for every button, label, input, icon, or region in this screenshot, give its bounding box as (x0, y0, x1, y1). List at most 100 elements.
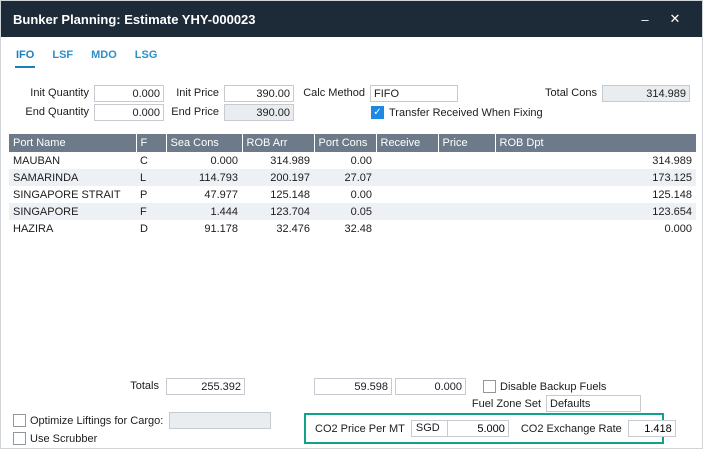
check-icon: ✓ (373, 107, 381, 118)
co2-exchange-rate-field[interactable] (628, 420, 676, 437)
cell-port-cons: 0.00 (314, 186, 376, 203)
cell-price (438, 186, 495, 203)
use-scrubber-label[interactable]: Use Scrubber (30, 431, 97, 447)
table-row[interactable]: SINGAPORE F 1.444 123.704 0.05 123.654 (9, 203, 696, 220)
transfer-received-checkbox[interactable]: ✓ (371, 106, 384, 119)
table-row[interactable]: HAZIRA D 91.178 32.476 32.48 0.000 (9, 220, 696, 237)
col-rob-arr[interactable]: ROB Arr (242, 134, 314, 152)
cell-f: C (136, 152, 166, 169)
titlebar: Bunker Planning: Estimate YHY-000023 – ✕ (1, 1, 702, 37)
tab-lsf[interactable]: LSF (51, 45, 74, 68)
cell-sea-cons: 47.977 (166, 186, 242, 203)
cell-sea-cons: 114.793 (166, 169, 242, 186)
co2-exchange-rate-label: CO2 Exchange Rate (521, 423, 622, 435)
cell-f: P (136, 186, 166, 203)
cell-receive (376, 152, 438, 169)
cell-f: L (136, 169, 166, 186)
calc-method-field[interactable] (370, 85, 458, 102)
col-port-name[interactable]: Port Name (9, 134, 136, 152)
total-cons-field (602, 85, 690, 102)
col-rob-dpt[interactable]: ROB Dpt (495, 134, 696, 152)
disable-backup-fuels-label[interactable]: Disable Backup Fuels (500, 379, 606, 395)
totals-label: Totals (97, 378, 159, 395)
co2-price-group: SGD (411, 420, 509, 437)
cell-f: D (136, 220, 166, 237)
end-price-label: End Price (167, 104, 219, 121)
table-row[interactable]: SINGAPORE STRAIT P 47.977 125.148 0.00 1… (9, 186, 696, 203)
cell-sea-cons: 0.000 (166, 152, 242, 169)
cell-port-cons: 0.00 (314, 152, 376, 169)
cell-rob-arr: 32.476 (242, 220, 314, 237)
cell-rob-dpt: 125.148 (495, 186, 696, 203)
col-port-cons[interactable]: Port Cons (314, 134, 376, 152)
col-price[interactable]: Price (438, 134, 495, 152)
table-row[interactable]: SAMARINDA L 114.793 200.197 27.07 173.12… (9, 169, 696, 186)
cell-rob-arr: 123.704 (242, 203, 314, 220)
cell-rob-dpt: 0.000 (495, 220, 696, 237)
cell-receive (376, 203, 438, 220)
co2-price-field[interactable] (448, 421, 508, 436)
cell-port-name: SINGAPORE (9, 203, 136, 220)
init-quantity-field[interactable] (94, 85, 164, 102)
cell-receive (376, 220, 438, 237)
totals-port-cons-field (314, 378, 392, 395)
col-receive[interactable]: Receive (376, 134, 438, 152)
table-row[interactable]: MAUBAN C 0.000 314.989 0.00 314.989 (9, 152, 696, 169)
cell-rob-arr: 314.989 (242, 152, 314, 169)
cell-port-cons: 32.48 (314, 220, 376, 237)
close-icon[interactable]: ✕ (660, 11, 690, 27)
tab-lsg[interactable]: LSG (134, 45, 159, 68)
end-price-field (224, 104, 294, 121)
cell-price (438, 169, 495, 186)
optimize-liftings-checkbox[interactable] (13, 414, 26, 427)
cell-receive (376, 169, 438, 186)
minimize-icon[interactable]: – (630, 12, 660, 27)
bunker-planning-dialog: Bunker Planning: Estimate YHY-000023 – ✕… (0, 0, 703, 449)
co2-currency-select[interactable]: SGD (412, 421, 448, 436)
optimize-liftings-label[interactable]: Optimize Liftings for Cargo: (30, 413, 163, 429)
fuel-grade-tabs: IFO LSF MDO LSG (15, 45, 158, 68)
total-cons-label: Total Cons (537, 85, 597, 102)
co2-price-label: CO2 Price Per MT (315, 423, 405, 435)
col-f[interactable]: F (136, 134, 166, 152)
cell-f: F (136, 203, 166, 220)
tab-mdo[interactable]: MDO (90, 45, 118, 68)
cell-price (438, 220, 495, 237)
cell-port-name: SINGAPORE STRAIT (9, 186, 136, 203)
calc-method-label: Calc Method (299, 85, 365, 102)
window-title: Bunker Planning: Estimate YHY-000023 (13, 12, 630, 27)
cell-price (438, 203, 495, 220)
bunker-grid: Port Name F Sea Cons ROB Arr Port Cons R… (9, 134, 696, 237)
co2-panel: CO2 Price Per MT SGD CO2 Exchange Rate (304, 413, 664, 444)
cell-port-name: HAZIRA (9, 220, 136, 237)
fuel-zone-set-field[interactable] (546, 395, 641, 412)
cell-port-cons: 27.07 (314, 169, 376, 186)
cell-port-name: MAUBAN (9, 152, 136, 169)
end-quantity-label: End Quantity (7, 104, 89, 121)
disable-backup-fuels-checkbox[interactable] (483, 380, 496, 393)
cell-port-name: SAMARINDA (9, 169, 136, 186)
totals-sea-cons-field (166, 378, 245, 395)
col-sea-cons[interactable]: Sea Cons (166, 134, 242, 152)
cell-port-cons: 0.05 (314, 203, 376, 220)
optimize-liftings-field (169, 412, 271, 429)
totals-receive-field (395, 378, 466, 395)
end-quantity-field[interactable] (94, 104, 164, 121)
fuel-zone-set-label: Fuel Zone Set (463, 396, 541, 413)
cell-rob-arr: 200.197 (242, 169, 314, 186)
init-quantity-label: Init Quantity (7, 85, 89, 102)
grid-header-row: Port Name F Sea Cons ROB Arr Port Cons R… (9, 134, 696, 152)
cell-price (438, 152, 495, 169)
cell-receive (376, 186, 438, 203)
cell-rob-dpt: 123.654 (495, 203, 696, 220)
cell-sea-cons: 1.444 (166, 203, 242, 220)
cell-rob-arr: 125.148 (242, 186, 314, 203)
cell-rob-dpt: 173.125 (495, 169, 696, 186)
tab-ifo[interactable]: IFO (15, 45, 35, 68)
cell-rob-dpt: 314.989 (495, 152, 696, 169)
use-scrubber-checkbox[interactable] (13, 432, 26, 445)
init-price-field[interactable] (224, 85, 294, 102)
init-price-label: Init Price (167, 85, 219, 102)
transfer-received-label[interactable]: Transfer Received When Fixing (389, 105, 543, 121)
cell-sea-cons: 91.178 (166, 220, 242, 237)
